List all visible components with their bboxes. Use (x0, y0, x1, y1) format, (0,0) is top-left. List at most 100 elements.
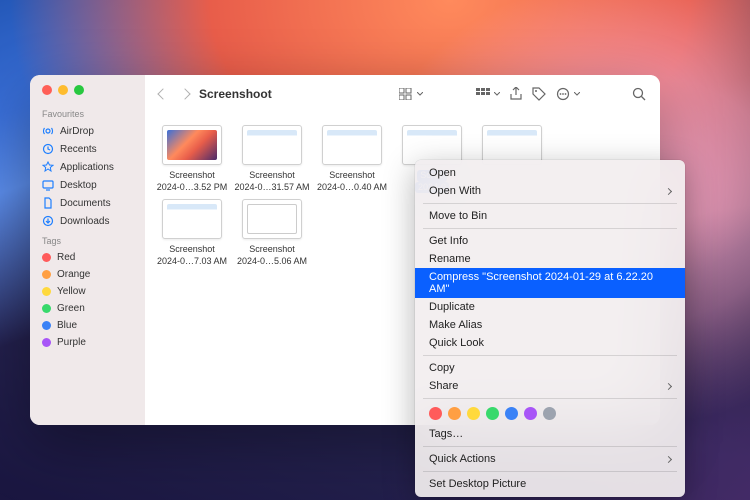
menu-item[interactable]: Open With (415, 182, 685, 200)
file-thumbnail (322, 125, 382, 165)
sidebar-item-desktop[interactable]: Desktop (30, 176, 145, 194)
tags-button[interactable] (532, 87, 546, 101)
sidebar-item-label: Orange (57, 269, 90, 280)
tag-dot-icon (42, 304, 51, 313)
sidebar-tag-orange[interactable]: Orange (30, 266, 145, 283)
menu-item[interactable]: Quick Look (415, 334, 685, 352)
sidebar-tag-red[interactable]: Red (30, 249, 145, 266)
menu-item[interactable]: Compress "Screenshot 2024-01-29 at 6.22.… (415, 268, 685, 298)
menu-separator (423, 203, 677, 204)
sidebar-item-label: Purple (57, 337, 86, 348)
sidebar-item-label: Documents (60, 198, 111, 209)
sidebar-item-airdrop[interactable]: AirDrop (30, 122, 145, 140)
sidebar-tag-blue[interactable]: Blue (30, 317, 145, 334)
sidebar-item-apps[interactable]: Applications (30, 158, 145, 176)
file-thumbnail (482, 125, 542, 165)
file-item[interactable]: Screenshot2024-0…31.57 AM (233, 125, 311, 193)
menu-item-label: Share (429, 380, 458, 392)
sidebar-item-download[interactable]: Downloads (30, 212, 145, 230)
menu-item[interactable]: Make Alias (415, 316, 685, 334)
menu-item-label: Rename (429, 253, 471, 265)
tag-dot-icon (42, 253, 51, 262)
menu-item-label: Quick Actions (429, 453, 496, 465)
sidebar-item-label: Red (57, 252, 75, 263)
file-name: Screenshot2024-0…0.40 AM (313, 170, 391, 193)
menu-item-label: Open With (429, 185, 481, 197)
menu-item[interactable]: Get Info (415, 232, 685, 250)
action-button[interactable] (556, 87, 580, 101)
tag-dot-icon (42, 321, 51, 330)
menu-item-label: Compress "Screenshot 2024-01-29 at 6.22.… (429, 271, 671, 295)
file-name: Screenshot2024-0…3.52 PM (153, 170, 231, 193)
sidebar-item-clock[interactable]: Recents (30, 140, 145, 158)
file-name: Screenshot2024-0…7.03 AM (153, 244, 231, 267)
tag-color-swatch[interactable] (448, 407, 461, 420)
menu-item-label: Move to Bin (429, 210, 487, 222)
sidebar-item-label: Green (57, 303, 85, 314)
minimize-button[interactable] (58, 85, 68, 95)
menu-item-label: Duplicate (429, 301, 475, 313)
nav-buttons (159, 90, 189, 98)
file-item[interactable]: Screenshot2024-0…5.06 AM (233, 199, 311, 267)
sidebar-item-doc[interactable]: Documents (30, 194, 145, 212)
menu-item[interactable]: Duplicate (415, 298, 685, 316)
sidebar-item-label: Yellow (57, 286, 86, 297)
file-thumbnail (162, 199, 222, 239)
window-title: Screenshoot (199, 87, 272, 101)
menu-tag-colors (415, 402, 685, 425)
tag-color-swatch[interactable] (486, 407, 499, 420)
menu-separator (423, 355, 677, 356)
menu-item[interactable]: Set Desktop Picture (415, 475, 685, 493)
back-button[interactable] (157, 88, 168, 99)
file-item[interactable]: Screenshot2024-0…3.52 PM (153, 125, 231, 193)
menu-item[interactable]: Copy (415, 359, 685, 377)
sidebar-item-label: Blue (57, 320, 77, 331)
sidebar-item-label: AirDrop (60, 126, 94, 137)
tag-color-swatch[interactable] (467, 407, 480, 420)
menu-item-label: Quick Look (429, 337, 484, 349)
file-item[interactable]: Screenshot2024-0…7.03 AM (153, 199, 231, 267)
tag-color-swatch[interactable] (524, 407, 537, 420)
sidebar-item-label: Recents (60, 144, 97, 155)
desktop-icon (42, 179, 54, 191)
menu-item-label: Make Alias (429, 319, 482, 331)
sidebar-tag-purple[interactable]: Purple (30, 334, 145, 351)
forward-button[interactable] (179, 88, 190, 99)
tag-color-swatch[interactable] (505, 407, 518, 420)
zoom-button[interactable] (74, 85, 84, 95)
sidebar: Favourites AirDrop Recents ApplicationsDes… (30, 75, 145, 425)
doc-icon (42, 197, 54, 209)
file-name: Screenshot2024-0…5.06 AM (233, 244, 311, 267)
window-controls (30, 85, 145, 103)
file-thumbnail (402, 125, 462, 165)
tag-color-swatch[interactable] (429, 407, 442, 420)
tag-color-swatch[interactable] (543, 407, 556, 420)
menu-item[interactable]: Move to Bin (415, 207, 685, 225)
chevron-right-icon (665, 455, 672, 462)
sidebar-section-favourites: Favourites (30, 103, 145, 122)
download-icon (42, 215, 54, 227)
menu-separator (423, 398, 677, 399)
context-menu: Open Open With Move to Bin Get Info Rename Co… (415, 160, 685, 497)
search-button[interactable] (632, 87, 646, 101)
menu-item[interactable]: Rename (415, 250, 685, 268)
sidebar-tag-yellow[interactable]: Yellow (30, 283, 145, 300)
view-icon-button[interactable] (399, 88, 423, 100)
file-thumbnail (242, 199, 302, 239)
tag-dot-icon (42, 338, 51, 347)
menu-item-label: Copy (429, 362, 455, 374)
menu-item[interactable]: Open (415, 164, 685, 182)
group-button[interactable] (476, 88, 500, 100)
menu-item[interactable]: Tags… (415, 425, 685, 443)
sidebar-tag-green[interactable]: Green (30, 300, 145, 317)
sidebar-item-label: Downloads (60, 216, 109, 227)
close-button[interactable] (42, 85, 52, 95)
chevron-right-icon (665, 187, 672, 194)
menu-item[interactable]: Share (415, 377, 685, 395)
file-item[interactable]: Screenshot2024-0…0.40 AM (313, 125, 391, 193)
menu-item-label: Set Desktop Picture (429, 478, 526, 490)
menu-item-label: Tags… (429, 428, 463, 440)
share-button[interactable] (510, 87, 522, 101)
toolbar: Screenshoot (145, 75, 660, 113)
menu-item[interactable]: Quick Actions (415, 450, 685, 468)
